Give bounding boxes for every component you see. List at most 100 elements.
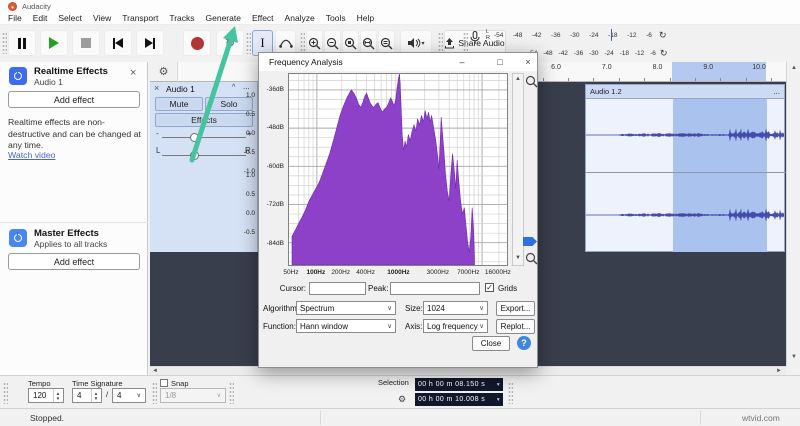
level-pointer-icon [523,237,537,246]
timesig-upper-field[interactable]: 4 ▲ ▼ [72,388,102,403]
snap-grip[interactable] [152,382,157,404]
timeline-tick [745,78,747,81]
selection-start-field[interactable]: 00 h 00 m 08.150 s ▾ [415,378,503,391]
grids-checkbox[interactable]: ✓ [485,283,494,292]
pause-button[interactable] [8,30,36,56]
meter-grip[interactable] [463,32,468,54]
tempo-spinner[interactable]: ▲ ▼ [53,389,62,402]
playback-meter-scale[interactable]: -54-48-42-36-30-24-18-12-6 [528,47,656,59]
timeline-tick [694,78,696,81]
master-add-effect-button[interactable]: Add effect [8,253,140,270]
peak-value-field[interactable] [390,282,480,295]
clip-body[interactable] [585,99,786,252]
cursor-value-field[interactable] [309,282,366,295]
selection-start-value: 00 h 00 m 08.150 s [418,381,486,388]
scroll-down-icon[interactable]: ▼ [515,255,521,261]
pause-icon [18,37,26,49]
loop-button[interactable]: ↻ [216,30,244,56]
clip-header[interactable]: Audio 1.2 ... [585,84,785,99]
add-effect-button[interactable]: Add effect [8,91,140,108]
close-icon[interactable]: × [517,53,539,71]
time-display-grip[interactable] [229,382,234,404]
stop-button[interactable] [72,30,100,56]
skip-to-end-button[interactable] [136,30,164,56]
scroll-right-icon[interactable]: ► [776,368,782,374]
menu-item[interactable]: File [8,13,22,23]
scroll-up-icon[interactable]: ▲ [515,76,521,82]
gain-slider[interactable] [162,137,246,138]
spectrum-plot[interactable] [288,73,508,266]
selection-settings-gear-icon[interactable]: ⚙ [398,394,406,405]
menu-item[interactable]: Transport [122,13,158,23]
track-name[interactable]: Audio 1 [166,84,195,94]
record-button[interactable] [183,30,211,56]
pan-slider-knob[interactable] [190,151,199,160]
menu-item[interactable]: Effect [252,13,274,23]
menu-item[interactable]: Analyze [285,13,315,23]
record-meter-scale[interactable]: -54 -48 -42 -36 -30 -24 -18 -12 -6 [494,29,652,41]
plot-zoom-out-button[interactable] [525,252,538,265]
timesig-lower-dropdown[interactable]: 4 ∨ [112,388,146,403]
function-dropdown[interactable]: Hann window ∨ [296,319,396,333]
menu-item[interactable]: Generate [206,13,241,23]
meter-db-label: -6 [650,49,656,57]
master-effects-power-button[interactable] [9,229,27,247]
menu-item[interactable]: View [93,13,111,23]
skip-to-start-button[interactable] [104,30,132,56]
tempo-field[interactable]: 120 ▲ ▼ [28,388,64,403]
gain-slider-knob[interactable] [190,133,199,142]
plot-scrollbar[interactable]: ▲ ▼ [512,73,524,266]
meter-refresh-icon[interactable]: ↻ [659,30,667,41]
minimize-icon[interactable]: – [451,53,473,71]
pan-slider[interactable] [162,155,246,156]
menu-item[interactable]: Select [58,13,82,23]
play-speed-grip[interactable] [508,382,513,404]
scroll-down-icon[interactable]: ▼ [791,354,797,360]
share-grip[interactable] [438,32,443,54]
timesig-upper-value: 4 [77,391,82,400]
realtime-effects-power-button[interactable] [9,67,27,85]
timesig-spinner[interactable]: ▲ ▼ [91,389,100,402]
menu-item[interactable]: Tracks [169,13,194,23]
timeline-options-button[interactable]: ⚙ [150,62,178,82]
selection-end-field[interactable]: 00 h 00 m 10.008 s ▾ [415,393,503,406]
algorithm-dropdown[interactable]: Spectrum ∨ [296,301,396,315]
close-panel-icon[interactable]: × [130,67,136,79]
tools-grip[interactable] [246,32,251,54]
scroll-left-icon[interactable]: ◄ [152,368,158,374]
axis-dropdown[interactable]: Log frequency ∨ [423,319,488,333]
plot-zoom-in-button[interactable] [525,75,538,88]
mute-button[interactable]: Mute [155,97,203,111]
play-button[interactable] [40,30,68,56]
meter-db-label: -36 [573,49,584,57]
clip-menu-icon[interactable]: ... [773,87,780,96]
meter-channel-label: R [486,35,490,41]
close-track-icon[interactable]: × [154,83,159,93]
selection-label: Selection [378,378,409,387]
menu-item[interactable]: Tools [326,13,346,23]
zoom-tools-grip[interactable] [300,32,305,54]
audio-clip[interactable]: Audio 1.2 ... [585,84,786,252]
export-button[interactable]: Export... [496,301,535,316]
snap-checkbox[interactable] [160,379,168,387]
spin-down-icon[interactable]: ▼ [94,396,98,401]
time-toolbar-grip[interactable] [3,382,8,404]
track-menu-icon[interactable]: ... [243,82,250,91]
snap-dropdown[interactable]: 1/8 ∨ [160,388,226,403]
spin-down-icon[interactable]: ▼ [56,396,60,401]
collapse-track-icon[interactable]: ^ [232,84,235,91]
toolbar-grip[interactable] [2,32,7,54]
close-button[interactable]: Close [472,336,510,351]
size-dropdown[interactable]: 1024 ∨ [423,301,488,315]
vertical-scrollbar[interactable]: ▲ ▼ [786,62,800,366]
menu-item[interactable]: Help [357,13,374,23]
scroll-up-icon[interactable]: ▲ [791,65,797,71]
menu-item[interactable]: Edit [33,13,48,23]
help-button[interactable]: ? [517,336,531,350]
track-effects-button[interactable]: Effects [155,113,253,127]
replot-button[interactable]: Replot... [496,319,535,334]
watch-video-link[interactable]: Watch video [8,150,55,160]
maximize-icon[interactable]: □ [489,53,511,71]
solo-button[interactable]: Solo [205,97,253,111]
playback-meter-refresh-icon[interactable]: ↻ [660,48,668,59]
